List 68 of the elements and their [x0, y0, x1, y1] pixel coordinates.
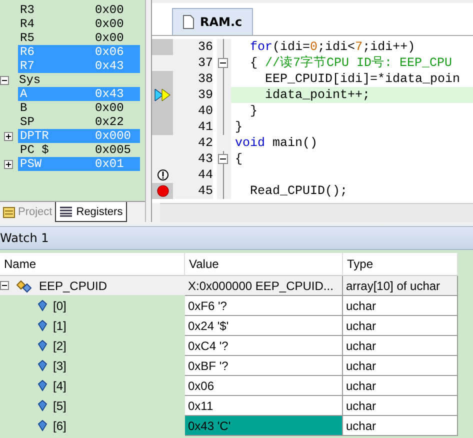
line-number: 39 [196, 87, 214, 103]
line-number: 43 [196, 151, 214, 167]
expand-icon[interactable] [4, 132, 13, 140]
breakpoint-icon[interactable] [156, 185, 168, 197]
column-header[interactable]: Name [0, 253, 185, 276]
document-icon [183, 15, 194, 29]
register-row[interactable]: SP 0x22 [18, 115, 140, 129]
variable-icon [38, 320, 47, 331]
code-line: Read_CPUID(); [249, 183, 349, 199]
watch-value-cell[interactable]: 0x06 [185, 376, 343, 396]
variable-icon [38, 300, 47, 311]
horizontal-scrollbar[interactable] [160, 203, 473, 222]
watch-type-cell: uchar [343, 376, 458, 396]
watch-type-cell: uchar [343, 356, 458, 376]
list-icon [59, 206, 74, 217]
variable-icon [38, 360, 47, 371]
file-tab[interactable]: RAM.c [172, 8, 254, 35]
line-number: 36 [196, 39, 214, 55]
line-number: 38 [196, 71, 214, 87]
code-line: EEP_CPUID[idi]=*idata_poin [264, 71, 462, 87]
collapse-icon[interactable] [218, 154, 228, 164]
collapse-icon[interactable] [218, 58, 228, 68]
watch-value-cell[interactable]: 0x43 'C' [185, 416, 343, 436]
variable-icon [38, 400, 47, 411]
register-row[interactable]: B 0x00 [18, 101, 140, 115]
watch-value-cell[interactable]: 0x11 [185, 396, 343, 416]
watch-type-cell: uchar [343, 396, 458, 416]
code-line: { //读7字节CPU ID号: EEP_CPU [249, 55, 454, 71]
variable-icon [38, 420, 47, 431]
array-variable-icon [15, 278, 33, 292]
line-number: 37 [196, 55, 214, 71]
code-line: } [249, 103, 259, 119]
watch-title: Watch 1 [0, 226, 473, 250]
watch-name-cell[interactable]: EEP_CPUID [0, 276, 185, 295]
line-number: 44 [196, 167, 214, 183]
expand-icon[interactable] [4, 160, 13, 168]
line-number: 40 [196, 103, 214, 119]
panel-tab[interactable]: Registers [55, 202, 127, 222]
collapse-icon[interactable] [0, 76, 9, 84]
code-line: void main() [234, 135, 319, 151]
watch-type-cell: uchar [343, 296, 458, 316]
project-icon [3, 206, 15, 218]
watch-type-cell: array[10] of uchar [343, 276, 458, 296]
line-number: 41 [196, 119, 214, 135]
watch-value-cell[interactable]: X:0x000000 EEP_CPUID... [185, 276, 343, 296]
watch-type-cell: uchar [343, 316, 458, 336]
watch-value-cell[interactable]: 0xF6 '? [185, 296, 343, 316]
collapse-icon[interactable] [0, 281, 9, 290]
column-header[interactable]: Type [343, 253, 458, 276]
watch-type-cell: uchar [343, 336, 458, 356]
exclamation-icon [156, 169, 168, 181]
column-header[interactable]: Value [185, 253, 343, 276]
code-line: } [234, 119, 244, 135]
watch-value-cell[interactable]: 0xBF '? [185, 356, 343, 376]
line-number: 45 [196, 183, 214, 199]
variable-icon [38, 380, 47, 391]
code-line: for(idi=0;idi<7;idi++) [249, 39, 416, 55]
register-row[interactable]: R5 0x00 [18, 31, 140, 45]
register-row[interactable]: PC $ 0x005 [18, 143, 140, 157]
register-row[interactable]: R4 0x00 [18, 17, 140, 31]
variable-icon [38, 340, 47, 351]
code-line: { [234, 151, 244, 167]
watch-type-cell: uchar [343, 416, 458, 436]
register-group-label: Sys [18, 73, 41, 87]
watch-value-cell[interactable]: 0xC4 '? [185, 336, 343, 356]
watch-value-cell[interactable]: 0x24 '$' [185, 316, 343, 336]
line-number: 42 [196, 135, 214, 151]
register-row[interactable]: R3 0x00 [18, 3, 140, 17]
